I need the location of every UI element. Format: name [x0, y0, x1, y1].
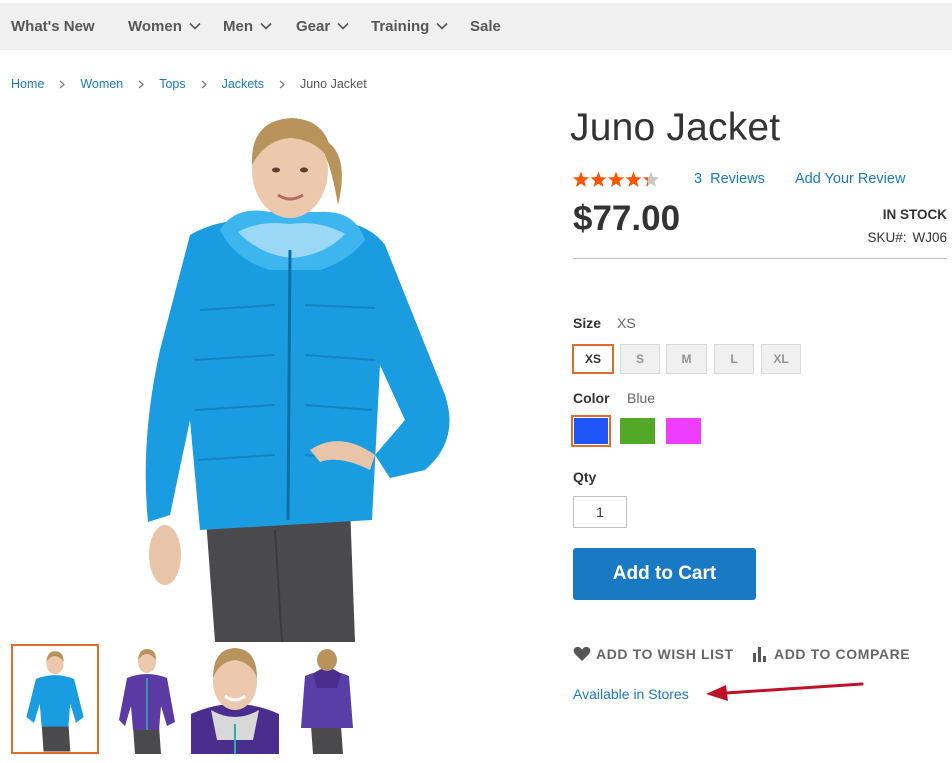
- product-price: $77.00: [573, 199, 681, 238]
- sku-label: SKU#:: [867, 230, 907, 245]
- divider: [573, 258, 947, 259]
- color-selected-value: Blue: [627, 390, 656, 406]
- reviews-count: 3: [694, 171, 703, 187]
- gallery-thumbnail[interactable]: [11, 644, 99, 754]
- breadcrumb-home[interactable]: Home: [11, 77, 44, 91]
- breadcrumb-women[interactable]: Women: [80, 77, 123, 91]
- qty-input[interactable]: [573, 496, 627, 528]
- qty-label: Qty: [573, 469, 597, 485]
- size-option-l[interactable]: L: [714, 344, 754, 374]
- breadcrumb-separator-icon: [123, 75, 159, 93]
- nav-item-training[interactable]: Training: [371, 3, 448, 50]
- chevron-down-icon: [436, 22, 448, 30]
- heart-icon: [573, 646, 591, 661]
- compare-chart-icon: [753, 647, 766, 662]
- star-icon: [572, 171, 590, 187]
- sku: SKU#: WJ06: [867, 230, 947, 245]
- available-in-stores-link[interactable]: Available in Stores: [573, 686, 689, 702]
- star-icon: [642, 171, 660, 187]
- nav-item-gear[interactable]: Gear: [296, 3, 349, 50]
- gallery-thumbnail[interactable]: [103, 644, 191, 754]
- nav-item-men[interactable]: Men: [223, 3, 272, 50]
- reviews-label: Reviews: [710, 171, 765, 187]
- stock-status: In stock: [882, 207, 947, 222]
- star-icon: [607, 171, 625, 187]
- chevron-down-icon: [260, 22, 272, 30]
- nav-label: Women: [128, 18, 182, 35]
- add-to-compare-link[interactable]: Add to Compare: [752, 646, 910, 662]
- compare-label: Add to Compare: [774, 646, 911, 662]
- product-title: Juno Jacket: [570, 106, 781, 149]
- size-label: Size: [573, 315, 602, 331]
- product-main-image[interactable]: [20, 110, 540, 642]
- nav-label: What's New: [11, 18, 95, 35]
- chevron-down-icon: [337, 22, 349, 30]
- breadcrumb: Home Women Tops Jackets Juno Jacket: [11, 75, 367, 93]
- red-arrow-icon: [706, 682, 864, 701]
- nav-label: Gear: [296, 18, 331, 35]
- gallery-thumbnail[interactable]: [283, 644, 371, 754]
- top-navigation: What's New Women Men Gear Training Sale: [0, 3, 952, 50]
- size-option-xs[interactable]: XS: [572, 344, 614, 374]
- breadcrumb-separator-icon: [264, 75, 300, 93]
- add-to-wish-list-link[interactable]: Add to Wish List: [573, 646, 734, 662]
- color-swatch-purple[interactable]: [666, 418, 701, 444]
- nav-item-whats-new[interactable]: What's New: [11, 3, 95, 50]
- breadcrumb-separator-icon: [186, 75, 222, 93]
- nav-label: Sale: [470, 18, 501, 35]
- sku-value: WJ06: [912, 230, 947, 245]
- size-option-m[interactable]: M: [666, 344, 707, 374]
- add-to-cart-button[interactable]: Add to Cart: [573, 548, 756, 600]
- size-option-xl[interactable]: XL: [761, 344, 801, 374]
- nav-label: Training: [371, 18, 430, 35]
- rating-stars-icon: [572, 171, 660, 187]
- size-option-s[interactable]: S: [620, 344, 660, 374]
- add-your-review-link[interactable]: Add Your Review: [795, 171, 905, 187]
- star-icon: [625, 171, 642, 187]
- size-selected-value: XS: [617, 315, 636, 331]
- chevron-down-icon: [189, 22, 201, 30]
- breadcrumb-tops[interactable]: Tops: [159, 77, 185, 91]
- nav-item-women[interactable]: Women: [128, 3, 201, 50]
- nav-label: Men: [223, 18, 253, 35]
- breadcrumb-current: Juno Jacket: [299, 77, 367, 91]
- nav-item-sale[interactable]: Sale: [470, 3, 501, 50]
- color-label: Color: [573, 390, 610, 406]
- reviews-link[interactable]: 3 Reviews: [694, 171, 765, 187]
- color-swatch-blue[interactable]: [571, 415, 611, 447]
- star-icon: [590, 171, 607, 187]
- color-swatch-green[interactable]: [620, 418, 655, 444]
- breadcrumb-separator-icon: [44, 75, 80, 93]
- gallery-thumbnail[interactable]: [191, 644, 279, 754]
- breadcrumb-jackets[interactable]: Jackets: [222, 77, 264, 91]
- wish-list-label: Add to Wish List: [596, 646, 734, 662]
